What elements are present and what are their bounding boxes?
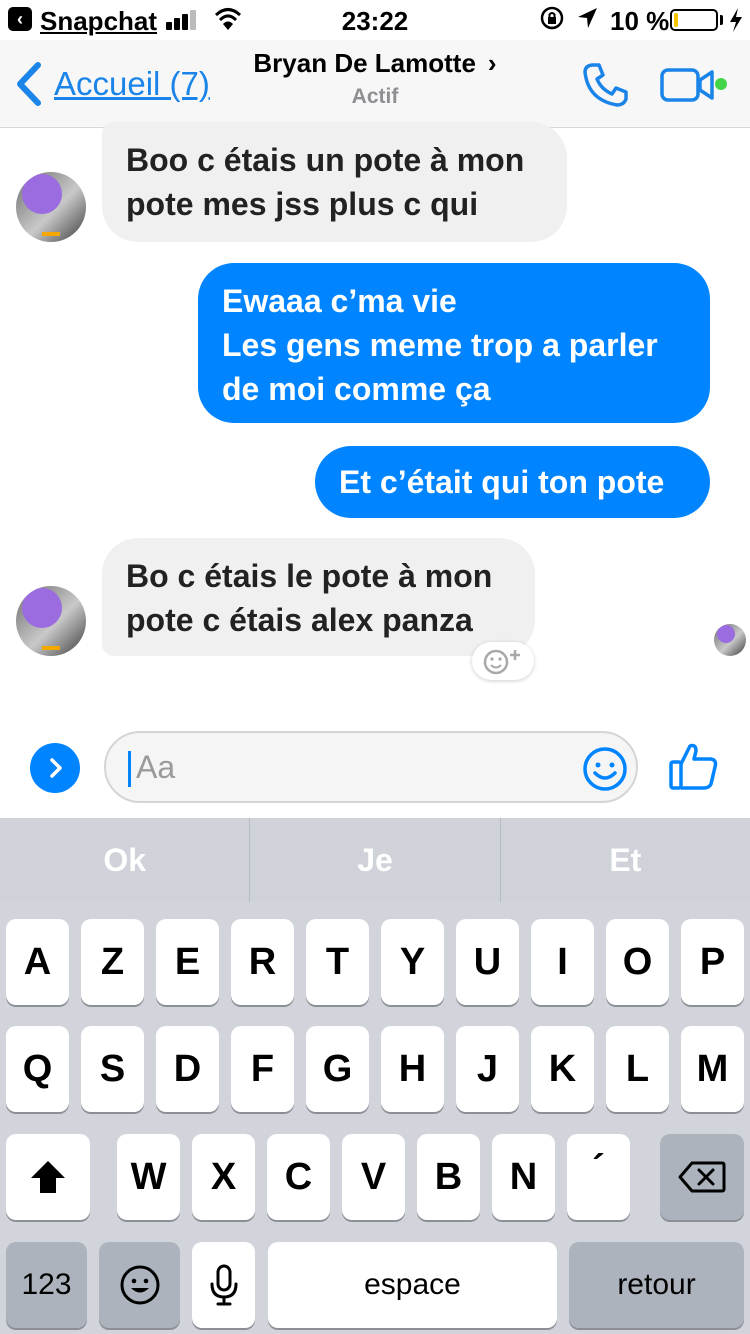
suggestion-3[interactable]: Et (499, 818, 750, 902)
thumbs-up-icon[interactable] (668, 740, 720, 792)
key-p[interactable]: P (681, 919, 744, 1005)
expand-actions-button[interactable] (30, 743, 80, 793)
key-i[interactable]: I (531, 919, 594, 1005)
key-q[interactable]: Q (6, 1026, 69, 1112)
key-f[interactable]: F (231, 1026, 294, 1112)
battery-icon (670, 9, 718, 31)
key-d[interactable]: D (156, 1026, 219, 1112)
chevron-right-icon: › (487, 48, 497, 78)
suggestion-1[interactable]: Ok (0, 818, 249, 902)
microphone-icon (210, 1264, 237, 1306)
contact-status: Actif (351, 85, 399, 108)
key-n[interactable]: N (492, 1134, 555, 1220)
key-t[interactable]: T (306, 919, 369, 1005)
key-z[interactable]: Z (81, 919, 144, 1005)
add-reaction-icon (483, 649, 520, 675)
emoji-icon[interactable] (582, 746, 628, 792)
add-reaction-button[interactable] (472, 642, 534, 680)
key-b[interactable]: B (417, 1134, 480, 1220)
key-c[interactable]: C (267, 1134, 330, 1220)
message-input-placeholder: Aa (136, 749, 176, 785)
emoji-keyboard-key[interactable] (99, 1242, 180, 1328)
key-l[interactable]: L (606, 1026, 669, 1112)
message-line: Les gens meme trop a parler (222, 327, 658, 363)
predictive-text-bar: Ok Je Et (0, 818, 750, 902)
dictation-key[interactable] (192, 1242, 255, 1328)
key-u[interactable]: U (456, 919, 519, 1005)
key-acute-accent[interactable]: ´ (567, 1134, 630, 1220)
key-h[interactable]: H (381, 1026, 444, 1112)
video-call-icon[interactable] (660, 66, 716, 104)
orientation-lock-icon (540, 6, 564, 30)
key-w[interactable]: W (117, 1134, 180, 1220)
backspace-key[interactable] (660, 1134, 744, 1220)
return-key[interactable]: retour (569, 1242, 744, 1328)
message-line: Ewaaa c’ma vie (222, 283, 457, 319)
key-m[interactable]: M (681, 1026, 744, 1112)
online-indicator (715, 78, 727, 90)
message-line: Bo c étais le pote à mon (126, 558, 493, 594)
message-incoming[interactable]: Bo c étais le pote à mon pote c étais al… (102, 538, 535, 656)
message-line: pote c étais alex panza (126, 602, 473, 638)
message-outgoing[interactable]: Et c’était qui ton pote (315, 446, 710, 518)
message-outgoing[interactable]: Ewaaa c’ma vie Les gens meme trop a parl… (198, 263, 710, 423)
phone-call-icon[interactable] (582, 62, 630, 108)
conversation-header: Accueil (7) Bryan De Lamotte › Actif (0, 40, 750, 128)
message-line: Boo c étais un pote à mon (126, 142, 525, 178)
message-line: de moi comme ça (222, 371, 491, 407)
contact-name-button[interactable]: Bryan De Lamotte › (0, 48, 750, 79)
space-key[interactable]: espace (268, 1242, 557, 1328)
key-k[interactable]: K (531, 1026, 594, 1112)
key-v[interactable]: V (342, 1134, 405, 1220)
message-incoming[interactable]: Boo c étais un pote à mon pote mes jss p… (102, 122, 567, 242)
backspace-icon (678, 1161, 726, 1193)
key-e[interactable]: E (156, 919, 219, 1005)
key-x[interactable]: X (192, 1134, 255, 1220)
contact-name: Bryan De Lamotte (253, 48, 476, 78)
message-line: Et c’était qui ton pote (339, 464, 665, 500)
key-g[interactable]: G (306, 1026, 369, 1112)
key-y[interactable]: Y (381, 919, 444, 1005)
key-a[interactable]: A (6, 919, 69, 1005)
key-s[interactable]: S (81, 1026, 144, 1112)
charging-bolt-icon (730, 8, 742, 32)
contact-avatar[interactable] (16, 586, 86, 656)
chevron-right-icon (50, 758, 62, 778)
location-icon (578, 8, 597, 28)
battery-tip (720, 15, 723, 25)
numbers-key[interactable]: 123 (6, 1242, 87, 1328)
battery-percent: 10 % (610, 6, 670, 36)
shift-icon (31, 1161, 65, 1193)
contact-avatar[interactable] (16, 172, 86, 242)
keyboard: A Z E R T Y U I O P Q S D F G H J K L M … (0, 902, 750, 1334)
text-cursor (128, 751, 131, 787)
key-r[interactable]: R (231, 919, 294, 1005)
key-o[interactable]: O (606, 919, 669, 1005)
shift-key[interactable] (6, 1134, 90, 1220)
read-receipt-avatar (714, 624, 746, 656)
message-line: pote mes jss plus c qui (126, 186, 479, 222)
emoji-icon (120, 1265, 159, 1305)
status-bar: ‹ Snapchat 23:22 10 % (0, 0, 750, 40)
suggestion-2[interactable]: Je (249, 818, 499, 902)
key-j[interactable]: J (456, 1026, 519, 1112)
message-input[interactable]: Aa (104, 731, 638, 803)
